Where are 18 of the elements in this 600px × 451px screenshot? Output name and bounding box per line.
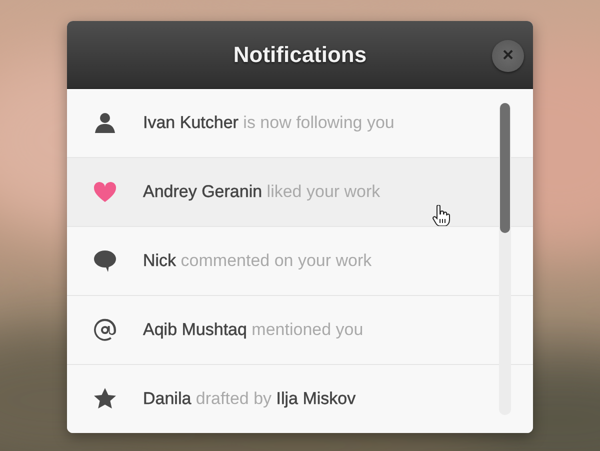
star-icon: [93, 387, 117, 411]
notification-row[interactable]: Andrey Geranin liked your work: [67, 157, 533, 226]
heart-icon: [93, 181, 117, 203]
notification-text: Andrey Geranin liked your work: [143, 182, 380, 202]
notification-text: Danila drafted by Ilja Miskov: [143, 389, 356, 409]
notification-row[interactable]: Aqib Mushtaq mentioned you: [67, 295, 533, 364]
hand-cursor-icon: [432, 205, 450, 227]
notification-row[interactable]: Ivan Kutcher is now following you: [67, 89, 533, 157]
at-sign-icon: [93, 318, 117, 342]
notification-row[interactable]: Nick commented on your work: [67, 226, 533, 295]
scrollbar-thumb[interactable]: [500, 103, 510, 233]
notification-text: Ivan Kutcher is now following you: [143, 113, 394, 133]
notification-row[interactable]: Danila drafted by Ilja Miskov: [67, 364, 533, 433]
notification-text: Aqib Mushtaq mentioned you: [143, 320, 364, 340]
panel-title: Notifications: [233, 42, 367, 68]
speech-bubble-icon: [93, 249, 117, 273]
person-icon: [93, 111, 117, 135]
notification-text: Nick commented on your work: [143, 251, 372, 271]
